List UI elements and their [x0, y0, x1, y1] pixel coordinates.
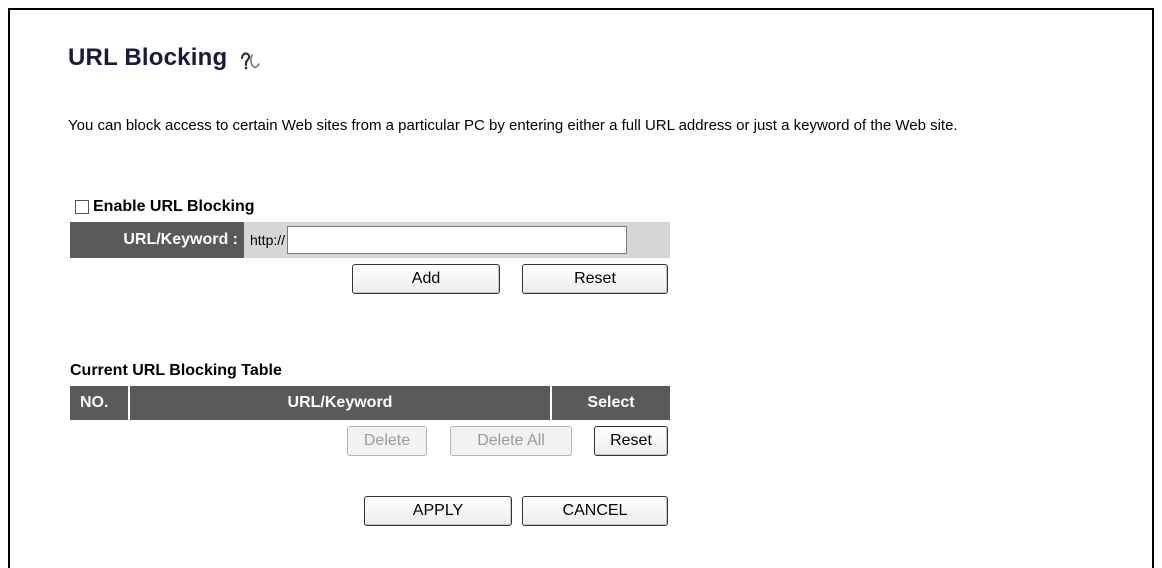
reset-table-button[interactable]: Reset [594, 426, 668, 456]
url-keyword-input[interactable] [287, 226, 628, 254]
url-keyword-label: URL/Keyword : [70, 222, 244, 258]
reset-url-button[interactable]: Reset [522, 264, 668, 294]
help-icon[interactable] [237, 49, 261, 71]
apply-button[interactable]: APPLY [364, 496, 512, 526]
add-button[interactable]: Add [352, 264, 500, 294]
page-title: URL Blocking [68, 44, 228, 71]
enable-url-blocking-row: Enable URL Blocking [75, 198, 255, 216]
page-title-row: URL Blocking [68, 44, 261, 72]
column-header-no: NO. [70, 386, 130, 420]
enable-url-blocking-label: Enable URL Blocking [93, 198, 255, 215]
table-title: Current URL Blocking Table [70, 362, 282, 379]
delete-all-button[interactable]: Delete All [450, 426, 572, 456]
enable-url-blocking-checkbox[interactable] [75, 200, 89, 214]
page-description: You can block access to certain Web site… [68, 117, 958, 134]
url-keyword-cell: http:// [244, 222, 670, 258]
cancel-button[interactable]: CANCEL [522, 496, 668, 526]
url-prefix: http:// [250, 232, 286, 248]
url-keyword-row: URL/Keyword : http:// [70, 222, 670, 258]
delete-button[interactable]: Delete [347, 426, 427, 456]
column-header-url-keyword: URL/Keyword [130, 386, 552, 420]
column-header-select: Select [552, 386, 670, 420]
blocking-table-header: NO. URL/Keyword Select [70, 386, 670, 420]
